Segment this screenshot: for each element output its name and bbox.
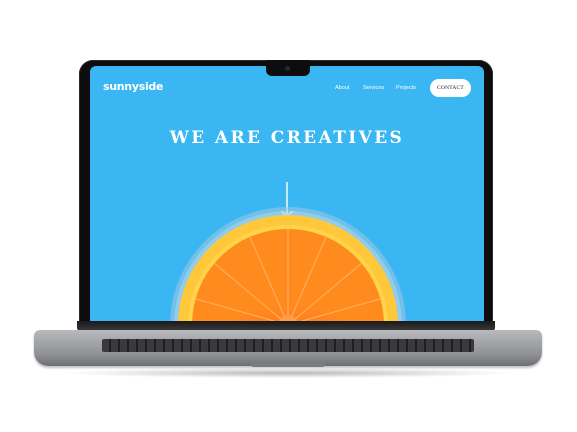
nav-link-about[interactable]: About (335, 85, 349, 91)
laptop-shadow (60, 368, 516, 378)
camera-icon (285, 66, 290, 71)
trackpad-lip (250, 362, 326, 367)
keyboard (102, 339, 474, 352)
laptop-screen: sunnyside About Services Projects CONTAC… (90, 66, 484, 321)
orange-slice-image (170, 207, 406, 321)
site-logo[interactable]: sunnyside (103, 80, 163, 93)
laptop-mockup: sunnyside About Services Projects CONTAC… (0, 0, 577, 432)
contact-button[interactable]: CONTACT (430, 79, 471, 97)
nav-link-services[interactable]: Services (363, 85, 384, 91)
hero-title: WE ARE CREATIVES (169, 128, 405, 148)
nav-link-projects[interactable]: Projects (396, 85, 416, 91)
